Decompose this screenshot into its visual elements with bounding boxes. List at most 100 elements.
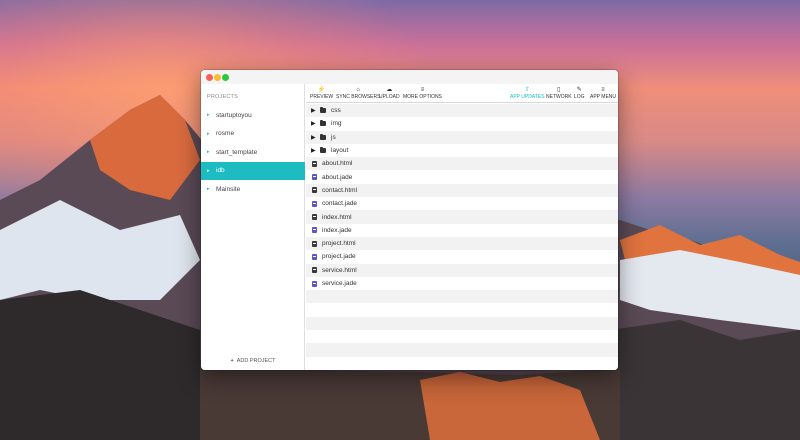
upload-button[interactable]: ☁ UPLOAD (379, 86, 400, 100)
file-row[interactable]: service.jade (306, 276, 618, 291)
file-row[interactable]: index.html (306, 210, 618, 224)
home-icon: ⌂ (356, 87, 361, 93)
folder-icon (320, 107, 326, 114)
menu-icon: ≡ (420, 87, 425, 93)
maximize-window-button[interactable] (222, 74, 229, 81)
more-options-button[interactable]: ≡ MORE OPTIONS (403, 86, 442, 100)
file-row[interactable]: contact.jade (306, 197, 618, 211)
folder-row[interactable]: ▶ layout (306, 143, 618, 158)
chevron-right-icon: ▸ (207, 186, 210, 193)
expand-arrow-icon[interactable]: ▶ (311, 147, 320, 154)
file-name: about.jade (322, 173, 353, 181)
html-file-icon (312, 214, 317, 221)
folder-row[interactable]: ▶ js (306, 130, 618, 144)
html-file-icon (312, 187, 317, 194)
title-bar[interactable] (201, 70, 618, 84)
jade-file-icon (312, 280, 317, 287)
project-item-idb[interactable]: ▸ idb (201, 161, 305, 180)
project-label: idb (216, 167, 225, 175)
expand-arrow-icon[interactable]: ▶ (311, 107, 320, 114)
toolbar-label: APP MENU (590, 94, 617, 100)
project-label: Mainsite (216, 185, 241, 193)
chevron-right-icon: ▸ (207, 167, 210, 174)
sync-browsers-button[interactable]: ⌂ SYNC BROWSERS (336, 86, 380, 100)
file-name: layout (331, 147, 349, 155)
file-name: project.jade (322, 253, 356, 261)
empty-row (306, 330, 618, 344)
folder-icon (320, 133, 326, 140)
file-name: service.html (322, 266, 357, 274)
minimize-window-button[interactable] (214, 74, 221, 81)
file-name: js (331, 133, 336, 141)
update-icon: ⇧ (524, 87, 530, 93)
network-button[interactable]: ▯ NETWORK (546, 86, 572, 100)
folder-icon (320, 120, 326, 127)
preview-button[interactable]: ⚡ PREVIEW (310, 86, 333, 100)
project-label: start_template (216, 148, 258, 156)
expand-arrow-icon[interactable]: ▶ (311, 120, 320, 127)
file-row[interactable]: service.html (306, 263, 618, 277)
jade-file-icon (312, 227, 317, 234)
project-item-mainsite[interactable]: ▸ Mainsite (201, 180, 305, 198)
projects-sidebar: PROJECTS ▸ startuptoyou ▸ rosme ▸ start_templ… (201, 84, 305, 370)
file-name: index.html (322, 213, 352, 221)
close-window-button[interactable] (206, 74, 213, 81)
empty-row (306, 356, 618, 370)
file-row[interactable]: project.jade (306, 250, 618, 264)
chevron-right-icon: ▸ (207, 112, 210, 118)
file-list: ▶ css ▶ img ▶ js ▶ layout about.html about.jade co… (306, 104, 618, 370)
file-row[interactable]: contact.html (306, 183, 618, 198)
jade-file-icon (312, 200, 317, 207)
file-name: contact.html (322, 186, 358, 194)
expand-arrow-icon[interactable]: ▶ (311, 134, 320, 141)
app-window: PROJECTS ▸ startuptoyou ▸ rosme ▸ start_templ… (201, 70, 618, 370)
project-item-rosme[interactable]: ▸ rosme (201, 125, 305, 143)
menu-icon: ≡ (601, 87, 605, 93)
file-name: project.html (322, 240, 356, 248)
folder-row[interactable]: ▶ img (306, 117, 618, 131)
file-row[interactable]: project.html (306, 236, 618, 251)
app-updates-button[interactable]: ⇧ APP UPDATES (510, 86, 545, 100)
project-label: rosme (216, 130, 235, 138)
file-row[interactable]: about.jade (306, 170, 618, 184)
file-name: css (331, 107, 341, 115)
empty-row (306, 303, 618, 317)
toolbar-label: PREVIEW (310, 94, 334, 100)
lightning-icon: ⚡ (317, 87, 326, 93)
plus-icon: + (230, 358, 234, 364)
file-name: contact.jade (322, 200, 358, 208)
mobile-icon: ▯ (557, 87, 561, 93)
empty-row (306, 343, 618, 357)
toolbar-label: APP UPDATES (510, 94, 545, 100)
jade-file-icon (312, 174, 317, 181)
pencil-icon: ✎ (576, 87, 582, 93)
toolbar-label: NETWORK (546, 94, 572, 100)
file-name: index.jade (322, 226, 352, 234)
folder-row[interactable]: ▶ css (306, 104, 618, 118)
file-name: service.jade (322, 280, 357, 287)
project-item-start_template[interactable]: ▸ start_template (201, 143, 305, 161)
app-menu-button[interactable]: ≡ APP MENU (590, 86, 616, 100)
html-file-icon (312, 267, 317, 274)
toolbar-label: MORE OPTIONS (403, 94, 442, 100)
toolbar-label: LOG (574, 94, 585, 100)
toolbar-label: SYNC BROWSERS (336, 94, 381, 100)
project-item-startuptoyou[interactable]: ▸ startuptoyou (201, 106, 305, 124)
file-row[interactable]: index.jade (306, 223, 618, 237)
jade-file-icon (312, 253, 317, 260)
main-panel: ⚡ PREVIEW ⌂ SYNC BROWSERS ☁ UPLOAD ≡ MORE OPTIO… (306, 84, 618, 370)
log-button[interactable]: ✎ LOG (574, 86, 585, 100)
empty-row (306, 316, 618, 331)
empty-row (306, 290, 618, 304)
add-project-button[interactable]: + ADD PROJECT (201, 358, 305, 364)
folder-icon (320, 147, 326, 154)
chevron-right-icon: ▸ (207, 149, 210, 156)
toolbar: ⚡ PREVIEW ⌂ SYNC BROWSERS ☁ UPLOAD ≡ MORE OPTIO… (306, 84, 618, 103)
foreground-rocks-right (610, 320, 800, 440)
html-file-icon (312, 240, 317, 247)
projects-header: PROJECTS (207, 94, 238, 100)
project-label: startuptoyou (216, 111, 252, 119)
file-name: img (331, 120, 342, 128)
file-row[interactable]: about.html (306, 157, 618, 171)
chevron-right-icon: ▸ (207, 130, 210, 137)
